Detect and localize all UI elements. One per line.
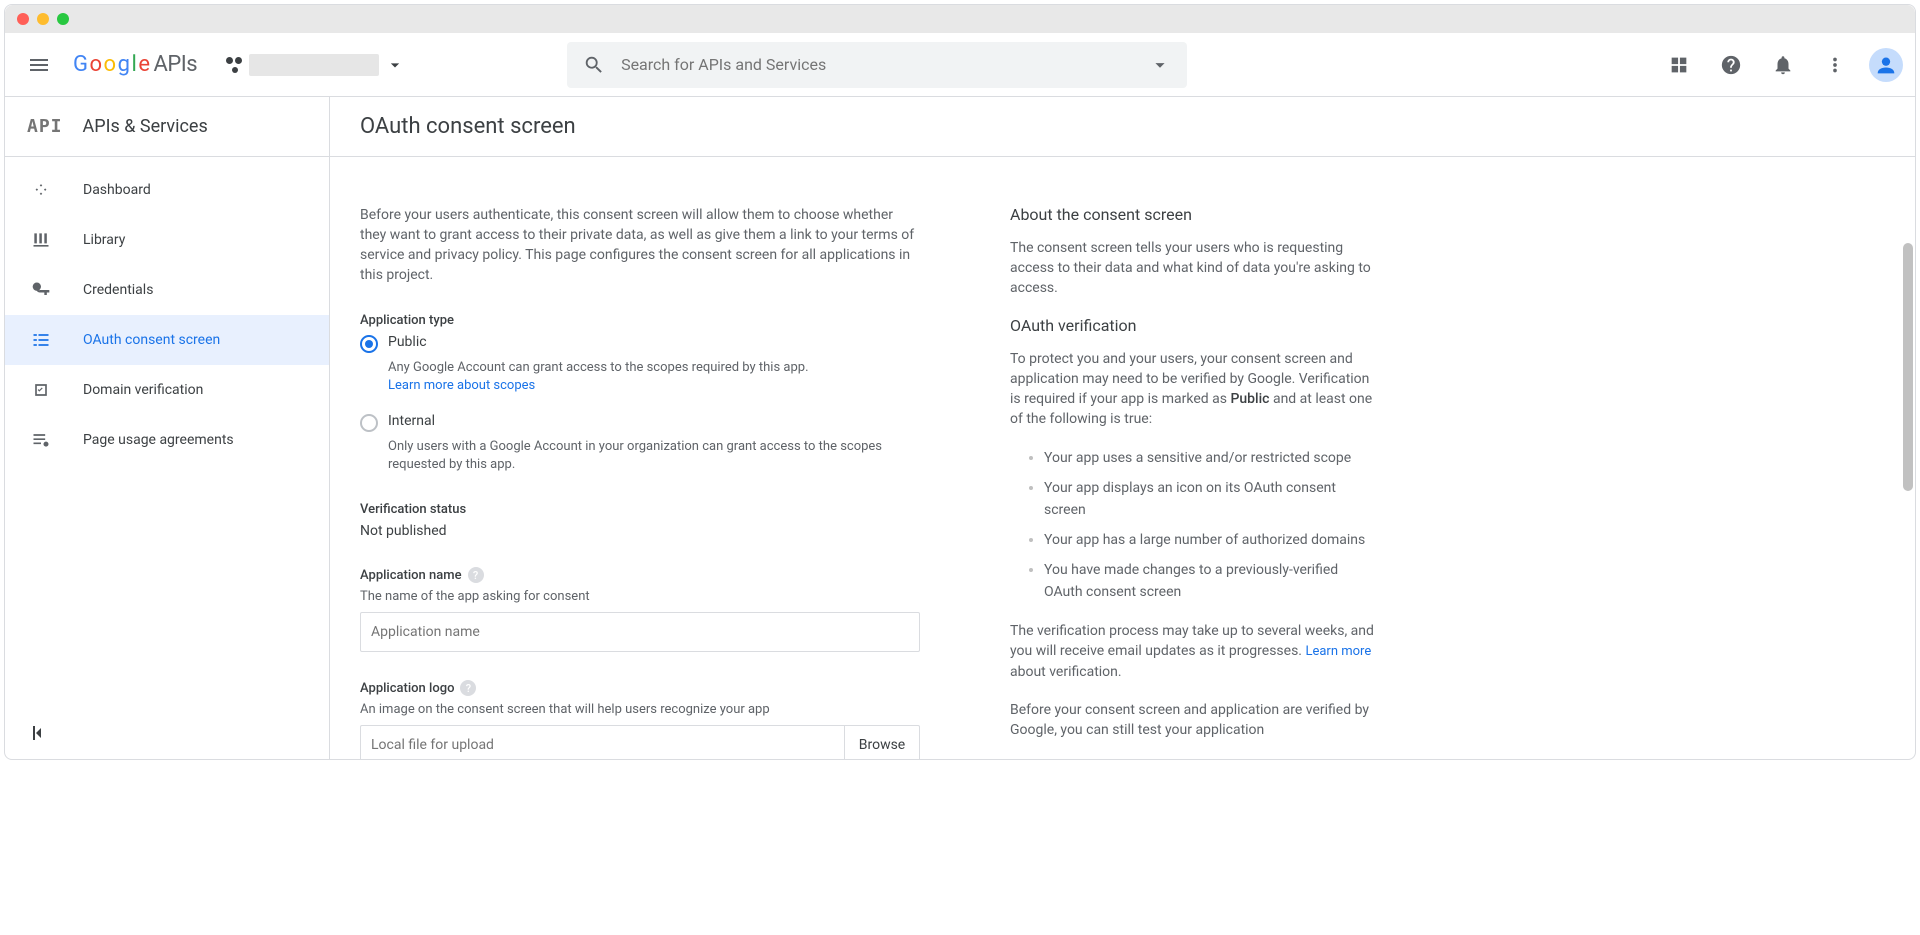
scrollbar-thumb[interactable]: [1903, 243, 1913, 491]
list-item: You have made changes to a previously-ve…: [1044, 559, 1380, 603]
applogo-label: Application logo: [360, 681, 454, 696]
about-body: The consent screen tells your users who …: [1010, 238, 1380, 298]
sidebar-item-credentials[interactable]: Credentials: [5, 265, 329, 315]
learn-more-verification-link[interactable]: Learn more: [1305, 644, 1371, 659]
help-icon[interactable]: ?: [468, 567, 484, 583]
project-icon: [225, 56, 243, 74]
verification-process-text: The verification process may take up to …: [1010, 621, 1380, 682]
account-avatar[interactable]: [1869, 48, 1903, 82]
sidebar-section-title: APIs & Services: [83, 116, 208, 137]
sidebar: API APIs & Services Dashboard Library Cr…: [5, 97, 330, 759]
list-item: Your app displays an icon on its OAuth c…: [1044, 477, 1380, 521]
sidebar-item-label: Page usage agreements: [83, 432, 234, 448]
sidebar-item-dashboard[interactable]: Dashboard: [5, 165, 329, 215]
search-icon: [583, 54, 605, 76]
list-item: Your app has a large number of authorize…: [1044, 529, 1380, 551]
window-titlebar: [5, 5, 1915, 33]
main-content: OAuth consent screen Before your users a…: [330, 97, 1915, 759]
radio-internal-label: Internal: [388, 413, 435, 429]
gear-list-icon: [29, 428, 53, 452]
consent-icon: [29, 328, 53, 352]
search-input[interactable]: [621, 55, 1133, 74]
sidebar-item-label: Credentials: [83, 282, 153, 298]
search-box[interactable]: [567, 42, 1187, 88]
sidebar-item-oauth-consent[interactable]: OAuth consent screen: [5, 315, 329, 365]
search-dropdown-icon[interactable]: [1149, 54, 1171, 76]
library-icon: [29, 228, 53, 252]
status-value: Not published: [360, 523, 920, 539]
more-vert-icon[interactable]: [1811, 41, 1859, 89]
radio-public[interactable]: [360, 335, 378, 353]
internal-desc: Only users with a Google Account in your…: [388, 438, 920, 474]
check-box-icon: [29, 378, 53, 402]
sidebar-item-page-usage[interactable]: Page usage agreements: [5, 415, 329, 465]
sidebar-item-label: Library: [83, 232, 125, 248]
page-title: OAuth consent screen: [360, 114, 576, 139]
application-logo-input[interactable]: [360, 725, 844, 759]
applogo-sublabel: An image on the consent screen that will…: [360, 702, 920, 717]
appname-sublabel: The name of the app asking for consent: [360, 589, 920, 604]
browse-button[interactable]: Browse: [844, 725, 920, 759]
window-minimize-icon[interactable]: [37, 13, 49, 25]
learn-more-scopes-link[interactable]: Learn more about scopes: [388, 378, 535, 393]
help-icon[interactable]: [1707, 41, 1755, 89]
oauth-intro: To protect you and your users, your cons…: [1010, 349, 1380, 429]
dashboard-icon: [29, 178, 53, 202]
appname-label: Application name: [360, 568, 462, 583]
api-logo-icon: API: [27, 116, 63, 137]
sidebar-item-label: Domain verification: [83, 382, 203, 398]
help-icon[interactable]: ?: [460, 680, 476, 696]
apis-label: APIs: [153, 52, 197, 77]
notifications-icon[interactable]: [1759, 41, 1807, 89]
sidebar-item-library[interactable]: Library: [5, 215, 329, 265]
window-maximize-icon[interactable]: [57, 13, 69, 25]
intro-text: Before your users authenticate, this con…: [360, 205, 920, 285]
oauth-heading: OAuth verification: [1010, 316, 1380, 335]
sidebar-item-label: OAuth consent screen: [83, 332, 220, 348]
project-name-redacted: [249, 54, 379, 76]
about-heading: About the consent screen: [1010, 205, 1380, 224]
sidebar-header: API APIs & Services: [5, 97, 329, 157]
window-close-icon[interactable]: [17, 13, 29, 25]
gift-icon[interactable]: [1655, 41, 1703, 89]
list-item: Your app uses a sensitive and/or restric…: [1044, 447, 1380, 469]
dropdown-caret-icon: [385, 55, 405, 75]
oauth-conditions-list: Your app uses a sensitive and/or restric…: [1010, 447, 1380, 603]
user-icon: [1876, 55, 1896, 75]
sidebar-item-domain-verification[interactable]: Domain verification: [5, 365, 329, 415]
key-icon: [29, 278, 53, 302]
public-desc: Any Google Account can grant access to t…: [388, 360, 809, 375]
status-label: Verification status: [360, 502, 920, 517]
radio-public-label: Public: [388, 334, 427, 350]
google-apis-logo[interactable]: Google APIs: [73, 52, 197, 77]
radio-internal[interactable]: [360, 414, 378, 432]
menu-hamburger-button[interactable]: [17, 43, 61, 87]
before-verification-text: Before your consent screen and applicati…: [1010, 700, 1380, 740]
main-header: OAuth consent screen: [330, 97, 1915, 157]
top-bar: Google APIs: [5, 33, 1915, 97]
collapse-sidebar-button[interactable]: [27, 721, 51, 749]
sidebar-item-label: Dashboard: [83, 182, 151, 198]
application-name-input[interactable]: [360, 612, 920, 652]
app-type-label: Application type: [360, 313, 920, 328]
project-selector[interactable]: [215, 54, 415, 76]
